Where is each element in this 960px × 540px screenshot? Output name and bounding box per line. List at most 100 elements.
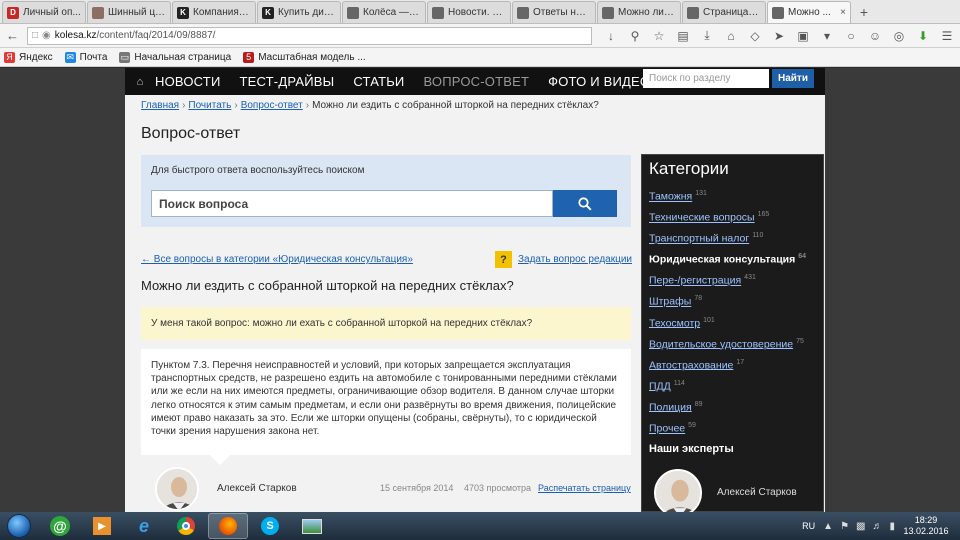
- ask-editors-link[interactable]: ? Задать вопрос редакции: [495, 251, 632, 268]
- breadcrumb-read[interactable]: Почитать: [188, 100, 231, 111]
- browser-tab[interactable]: Можно ... ×: [767, 1, 851, 23]
- category-count: 78: [694, 295, 703, 303]
- nav-qa[interactable]: ВОПРОС-ОТВЕТ: [423, 74, 529, 89]
- answer-bubble-tail: [210, 455, 230, 465]
- back-arrow-icon[interactable]: ←: [4, 27, 21, 45]
- person-portrait-icon: [157, 469, 197, 509]
- reader-icon[interactable]: ▤: [674, 27, 692, 45]
- nav-photo-video[interactable]: ФОТО И ВИДЕО: [548, 74, 650, 89]
- green-download-icon[interactable]: ⬇: [914, 27, 932, 45]
- sidebar-category-item[interactable]: Прочее 59: [649, 417, 819, 438]
- smile-icon[interactable]: ☺: [866, 27, 884, 45]
- nav-news[interactable]: НОВОСТИ: [155, 74, 221, 89]
- menu-dropdown-icon[interactable]: ▾: [818, 27, 836, 45]
- adblock-icon[interactable]: ▣: [794, 27, 812, 45]
- sidebar-category-item[interactable]: Техосмотр 101: [649, 312, 819, 333]
- view-count: 4703 просмотра: [464, 483, 532, 493]
- browser-tab[interactable]: K Купить диск...: [257, 1, 341, 23]
- breadcrumb-sep-icon: ›: [234, 100, 238, 111]
- sidebar-category-item[interactable]: Штрафы 78: [649, 290, 819, 311]
- categories-sidebar: Категории Таможня 131 Технические вопросы 1…: [641, 154, 824, 517]
- volume-icon[interactable]: ♬: [872, 521, 882, 532]
- start-button[interactable]: [0, 512, 38, 540]
- home-icon[interactable]: ⌂: [125, 76, 155, 88]
- sidebar-category-item[interactable]: Пере-/регистрация 431: [649, 269, 819, 290]
- question-search-input[interactable]: Поиск вопроса: [151, 190, 553, 217]
- breadcrumb-sep-icon: ›: [305, 100, 310, 111]
- question-search-button[interactable]: [553, 190, 617, 217]
- url-host: kolesa.kz: [54, 30, 97, 41]
- home-icon[interactable]: ⌂: [722, 27, 740, 45]
- browser-tab[interactable]: Колёса — о...: [342, 1, 426, 23]
- sidebar-category-item[interactable]: Транспортный налог 110: [649, 227, 819, 248]
- taskbar-chrome[interactable]: [166, 513, 206, 539]
- browser-tab[interactable]: Новости. П...: [427, 1, 511, 23]
- print-page-link[interactable]: Распечатать страницу: [538, 483, 631, 493]
- clock[interactable]: 18:29 13.02.2016: [902, 515, 950, 537]
- taskbar-media-player[interactable]: ▶: [82, 513, 122, 539]
- sidebar-category-item[interactable]: Водительское удостоверение 75: [649, 333, 819, 354]
- taskbar-firefox[interactable]: [208, 513, 248, 539]
- browser-tab[interactable]: Страница 3 |...: [682, 1, 766, 23]
- browser-tab[interactable]: Можно ли п...: [597, 1, 681, 23]
- person-portrait-icon: [656, 471, 700, 515]
- address-bar[interactable]: □ ◉ kolesa.kz/content/faq/2014/09/8887/: [26, 26, 592, 45]
- browser-tab[interactable]: Шинный це...: [87, 1, 171, 23]
- hamburger-menu-icon[interactable]: ☰: [938, 27, 956, 45]
- star-icon[interactable]: ☆: [650, 27, 668, 45]
- section-search-button[interactable]: Найти: [772, 69, 814, 88]
- nav-test-drives[interactable]: ТЕСТ-ДРАЙВЫ: [240, 74, 335, 89]
- rss-icon[interactable]: ◎: [890, 27, 908, 45]
- breadcrumb-home[interactable]: Главная: [141, 100, 179, 111]
- taskbar-internet-explorer[interactable]: e: [124, 513, 164, 539]
- question-mark-icon: ?: [495, 251, 512, 268]
- search-icon[interactable]: ⚲: [626, 27, 644, 45]
- download-arrow-icon[interactable]: ⤓: [698, 27, 716, 45]
- avatar[interactable]: [654, 469, 702, 517]
- author-name[interactable]: Алексей Старков: [217, 483, 297, 494]
- send-icon[interactable]: ➤: [770, 27, 788, 45]
- taskbar-mail-agent[interactable]: @: [40, 513, 80, 539]
- browser-tab[interactable]: Ответы на в...: [512, 1, 596, 23]
- flag-icon[interactable]: ⚑: [840, 521, 849, 532]
- category-name: ПДД: [649, 380, 671, 393]
- sidebar-category-item[interactable]: Полиция 89: [649, 396, 819, 417]
- browser-tab[interactable]: K Компания «...: [172, 1, 256, 23]
- tab-label: Можно ...: [788, 7, 831, 18]
- bookmark-item[interactable]: ▭ Начальная страница: [119, 51, 231, 63]
- language-indicator[interactable]: RU: [802, 521, 815, 531]
- category-count: 431: [744, 274, 756, 282]
- bookmark-item[interactable]: Я Яндекс: [4, 51, 53, 63]
- network-icon[interactable]: ▩: [856, 521, 865, 532]
- nav-articles[interactable]: СТАТЬИ: [353, 74, 404, 89]
- taskbar-skype[interactable]: S: [250, 513, 290, 539]
- browser-tab[interactable]: D Личный оп...: [2, 1, 86, 23]
- bookmark-item[interactable]: 5 Масштабная модель ...: [243, 51, 366, 63]
- sidebar-category-item[interactable]: Юридическая консультация 64: [649, 248, 819, 269]
- tab-label: Шинный це...: [108, 7, 166, 18]
- new-tab-button[interactable]: +: [852, 1, 876, 23]
- taskbar-photo-viewer[interactable]: [292, 513, 332, 539]
- avatar[interactable]: [155, 467, 199, 511]
- battery-icon[interactable]: ▮: [889, 521, 895, 532]
- sidebar-category-item[interactable]: ПДД 114: [649, 375, 819, 396]
- chat-icon[interactable]: ○: [842, 27, 860, 45]
- sidebar-category-item[interactable]: Технические вопросы 165: [649, 206, 819, 227]
- sidebar-expert-name[interactable]: Алексей Старков: [717, 487, 797, 498]
- bookmark-favicon-icon: Я: [4, 51, 15, 63]
- sidebar-category-item[interactable]: Автострахование 17: [649, 354, 819, 375]
- search-hint: Для быстрого ответа воспользуйтесь поиск…: [151, 165, 365, 176]
- picture-icon: [302, 518, 322, 534]
- tab-favicon-icon: D: [7, 6, 19, 19]
- pocket-icon[interactable]: ◇: [746, 27, 764, 45]
- sidebar-category-item[interactable]: Таможня 131: [649, 185, 819, 206]
- internet-explorer-icon: e: [138, 515, 149, 536]
- back-to-category-link[interactable]: ← Все вопросы в категории «Юридическая к…: [141, 254, 413, 265]
- tray-expand-icon[interactable]: ▲: [823, 521, 833, 532]
- tab-close-icon[interactable]: ×: [840, 7, 846, 18]
- tab-label: Страница 3 |...: [703, 7, 761, 18]
- section-search-input[interactable]: Поиск по разделу: [643, 69, 769, 88]
- download-icon[interactable]: ↓: [602, 27, 620, 45]
- bookmark-item[interactable]: ✉ Почта: [64, 51, 107, 63]
- breadcrumb-qa[interactable]: Вопрос-ответ: [241, 100, 303, 111]
